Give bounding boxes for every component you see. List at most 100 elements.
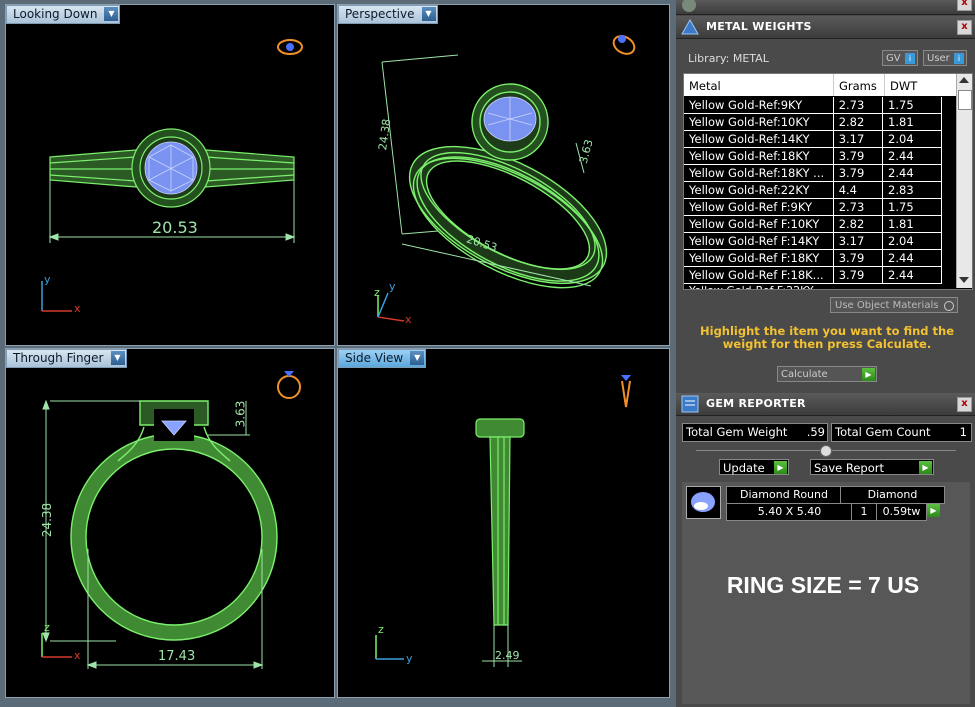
- radio-icon[interactable]: [944, 301, 954, 311]
- viewport-through-finger[interactable]: Through Finger ▼ 24.38 3.63 17.43 z x: [5, 348, 335, 698]
- perspective-drawing: [377, 35, 636, 322]
- dwt-cell: 1.81: [882, 215, 942, 233]
- table-row[interactable]: Yellow Gold-Ref F:18KY 3.79 2.44: [684, 249, 942, 267]
- column-header-dwt[interactable]: DWT: [890, 79, 917, 93]
- gem-list-area: Diamond Round Diamond 5.40 X 5.40 1 0.59…: [682, 482, 970, 704]
- chevron-down-icon[interactable]: ▼: [410, 351, 425, 365]
- update-button[interactable]: Update ▶: [719, 459, 789, 475]
- play-icon: ▶: [774, 461, 787, 474]
- viewport-looking-down[interactable]: Looking Down ▼ 20.53 y x: [5, 4, 335, 346]
- axis-indicator: [377, 292, 405, 322]
- side-view-drawing: [375, 375, 631, 667]
- scrollbar[interactable]: [956, 74, 972, 288]
- viewport-perspective[interactable]: Perspective ▼ 24.38 3.63 20.53 z y x: [337, 4, 670, 346]
- gem-tw: 0.59tw: [876, 503, 927, 521]
- metal-name-cell: Yellow Gold-Ref F:18K...: [684, 266, 834, 284]
- viewport-label: Side View: [345, 351, 404, 365]
- metal-table[interactable]: Metal Grams DWT Yellow Gold-Ref:9KY 2.73 1…: [683, 73, 973, 290]
- close-icon[interactable]: x: [957, 20, 972, 35]
- viewport-label: Perspective: [345, 7, 415, 21]
- dwt-cell: 2.44: [882, 266, 942, 284]
- axis-x-label: x: [74, 649, 81, 662]
- table-header: Metal Grams DWT: [684, 74, 956, 96]
- viewport-tab-side-view[interactable]: Side View ▼: [338, 349, 427, 368]
- axis-z-label: z: [378, 623, 384, 636]
- gem-detail-arrow-icon[interactable]: ▶: [927, 504, 940, 517]
- total-gem-count-value: 1: [959, 425, 967, 439]
- use-object-materials-label: Use Object Materials: [835, 300, 939, 311]
- grams-cell: 4.4: [833, 181, 884, 199]
- axis-x-label: x: [405, 313, 412, 326]
- report-icon: [681, 395, 699, 413]
- dimension-top-width: 20.53: [152, 218, 198, 237]
- grams-cell: 3.79: [833, 249, 884, 267]
- gv-button[interactable]: GV i: [882, 50, 918, 66]
- divider-slider[interactable]: [696, 445, 956, 457]
- total-gem-weight-value: .59: [806, 425, 825, 439]
- metal-name-cell: Yellow Gold-Ref F:14KY: [684, 232, 834, 250]
- column-header-grams[interactable]: Grams: [839, 79, 877, 93]
- table-row[interactable]: Yellow Gold-Ref F:18K... 3.79 2.44: [684, 266, 942, 284]
- info-icon: i: [905, 53, 915, 64]
- diamond-icon: [691, 492, 715, 512]
- top-panel-header: x: [676, 0, 975, 15]
- save-report-button[interactable]: Save Report ▶: [810, 459, 934, 475]
- dwt-cell: 2.44: [882, 249, 942, 267]
- metal-name-cell: Yellow Gold-Ref:18KY ...: [684, 164, 834, 182]
- table-row[interactable]: Yellow Gold-Ref F:9KY 2.73 1.75: [684, 198, 942, 216]
- dwt-cell: 2.04: [882, 232, 942, 250]
- gem-size: 5.40 X 5.40: [726, 503, 853, 521]
- table-row[interactable]: Yellow Gold-Ref:14KY 3.17 2.04: [684, 130, 942, 148]
- viewport-label: Looking Down: [13, 7, 98, 21]
- grams-cell: 2.73: [833, 198, 884, 216]
- table-row[interactable]: Yellow Gold-Ref:22KY 4.4 2.83: [684, 181, 942, 199]
- viewport-tab-looking-down[interactable]: Looking Down ▼: [6, 5, 121, 24]
- dimension-inner-width: 17.43: [158, 649, 196, 664]
- play-icon: ▶: [919, 461, 932, 474]
- column-header-metal[interactable]: Metal: [689, 79, 721, 93]
- viewport-side-view[interactable]: Side View ▼ 2.49 z y: [337, 348, 670, 698]
- gv-label: GV: [886, 53, 901, 64]
- axis-z-label: z: [44, 621, 50, 634]
- chevron-down-icon[interactable]: ▼: [104, 7, 119, 21]
- table-row[interactable]: Yellow Gold-Ref F:10KY 2.82 1.81: [684, 215, 942, 233]
- table-row[interactable]: Yellow Gold-Ref:9KY 2.73 1.75: [684, 97, 942, 114]
- use-object-materials[interactable]: Use Object Materials: [830, 297, 958, 313]
- library-label: Library: METAL: [688, 52, 769, 65]
- close-icon[interactable]: x: [957, 0, 972, 11]
- metal-name-cell: Yellow Gold-Ref:18KY: [684, 147, 834, 165]
- gem-thumbnail[interactable]: [686, 486, 721, 519]
- scroll-up-arrow[interactable]: [959, 77, 969, 83]
- calculate-button[interactable]: Calculate ▶: [777, 366, 877, 382]
- ring-size-text: RING SIZE = 7 US: [726, 572, 920, 598]
- panel-title: GEM REPORTER: [706, 397, 806, 410]
- viewport-label: Through Finger: [13, 351, 104, 365]
- view-icon: [612, 35, 636, 55]
- chevron-down-icon[interactable]: ▼: [110, 351, 125, 365]
- axis-indicator: [375, 635, 404, 660]
- info-icon: i: [954, 53, 964, 64]
- axis-y-label: y: [44, 273, 51, 286]
- viewport-tab-perspective[interactable]: Perspective ▼: [338, 5, 438, 24]
- table-row-partial: Yellow Gold-Ref F:22KY: [684, 284, 942, 289]
- play-icon: ▶: [862, 368, 875, 381]
- dwt-cell: 1.75: [882, 97, 942, 114]
- total-gem-count: Total Gem Count 1: [831, 423, 972, 442]
- scroll-down-arrow[interactable]: [959, 277, 969, 283]
- dwt-cell: 1.75: [882, 198, 942, 216]
- chevron-down-icon[interactable]: ▼: [421, 7, 436, 21]
- looking-down-drawing: [41, 39, 303, 312]
- table-row[interactable]: Yellow Gold-Ref:18KY ... 3.79 2.44: [684, 164, 942, 182]
- table-row[interactable]: Yellow Gold-Ref F:14KY 3.17 2.04: [684, 232, 942, 250]
- viewport-tab-through-finger[interactable]: Through Finger ▼: [6, 349, 127, 368]
- scroll-thumb[interactable]: [958, 90, 972, 110]
- table-row[interactable]: Yellow Gold-Ref:10KY 2.82 1.81: [684, 113, 942, 131]
- metal-name-cell: Yellow Gold-Ref F:9KY: [684, 198, 834, 216]
- user-button[interactable]: User i: [923, 50, 967, 66]
- metal-weights-header: METAL WEIGHTS x: [676, 16, 975, 39]
- slider-knob[interactable]: [820, 445, 832, 457]
- axis-y-label: y: [406, 652, 413, 665]
- close-icon[interactable]: x: [957, 397, 972, 412]
- grams-cell: 3.17: [833, 232, 884, 250]
- table-row[interactable]: Yellow Gold-Ref:18KY 3.79 2.44: [684, 147, 942, 165]
